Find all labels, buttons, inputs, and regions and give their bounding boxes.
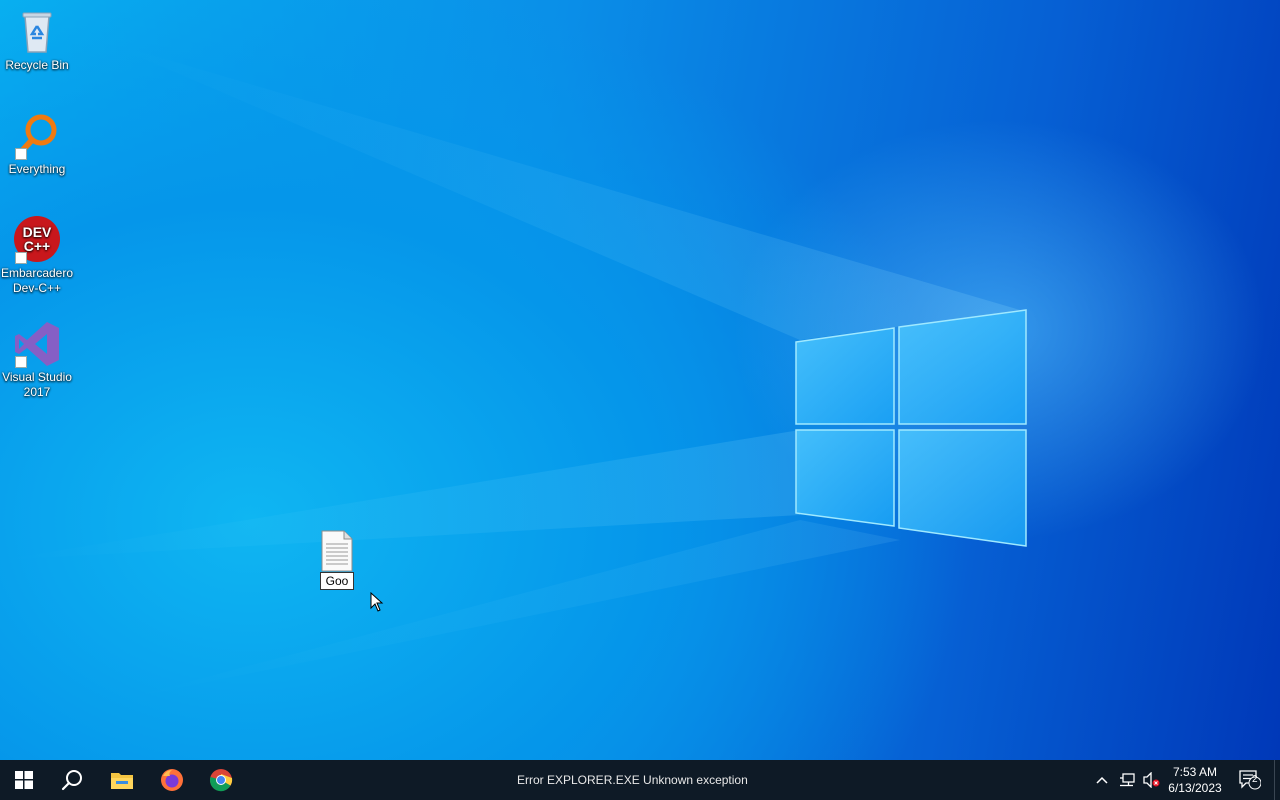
visual-studio-icon bbox=[13, 320, 61, 368]
desktop-icon-devcpp[interactable]: DEV C++ Embarcadero Dev-C++ bbox=[0, 216, 74, 296]
devcpp-icon: DEV C++ bbox=[13, 216, 61, 264]
explorer-error-message: Error EXPLORER.EXE Unknown exception bbox=[517, 773, 748, 787]
desktop-icon-visual-studio[interactable]: Visual Studio 2017 bbox=[0, 320, 74, 400]
everything-search-icon bbox=[13, 112, 61, 160]
desktop-icon-recycle-bin[interactable]: Recycle Bin bbox=[0, 8, 74, 73]
windows-start-icon bbox=[15, 771, 33, 789]
show-hidden-icons-button[interactable] bbox=[1092, 760, 1112, 800]
clock-time: 7:53 AM bbox=[1172, 765, 1218, 779]
chevron-up-icon bbox=[1096, 776, 1108, 784]
svg-text:C++: C++ bbox=[24, 238, 50, 254]
clock-date: 6/13/2023 bbox=[1168, 781, 1222, 795]
desktop-icon-label: Everything bbox=[8, 162, 66, 176]
shortcut-arrow-icon bbox=[15, 252, 27, 264]
desktop-icon-label: Visual Studio 2017 bbox=[2, 370, 72, 399]
taskbar-file-explorer[interactable] bbox=[98, 760, 146, 800]
text-document-icon bbox=[320, 530, 354, 572]
taskbar-firefox[interactable] bbox=[148, 760, 196, 800]
desktop-icon-everything[interactable]: Everything bbox=[0, 112, 74, 177]
firefox-icon bbox=[161, 769, 183, 791]
notification-count-badge: 2 bbox=[1252, 774, 1258, 785]
start-button[interactable] bbox=[0, 760, 48, 800]
network-status-button[interactable] bbox=[1116, 760, 1138, 800]
desktop-icon-label: Embarcadero Dev-C++ bbox=[0, 266, 74, 295]
taskbar: Error EXPLORER.EXE Unknown exception 7:5… bbox=[0, 760, 1280, 800]
search-icon bbox=[61, 770, 82, 791]
system-clock[interactable]: 7:53 AM 6/13/2023 bbox=[1160, 764, 1230, 796]
show-desktop-button[interactable] bbox=[1274, 760, 1280, 800]
shortcut-arrow-icon bbox=[15, 356, 27, 368]
network-icon bbox=[1120, 773, 1135, 787]
wallpaper-light-beams bbox=[0, 40, 1027, 700]
search-button[interactable] bbox=[48, 760, 96, 800]
desktop[interactable]: Recycle Bin Everything DEV C++ Embarcade… bbox=[0, 0, 1280, 760]
file-explorer-icon bbox=[111, 773, 133, 789]
desktop-icon-label: Recycle Bin bbox=[5, 58, 69, 72]
shortcut-arrow-icon bbox=[15, 148, 27, 160]
volume-button[interactable] bbox=[1140, 760, 1162, 800]
mouse-cursor-icon bbox=[370, 592, 384, 612]
desktop-icon-new-file[interactable]: Goo bbox=[318, 530, 356, 590]
chrome-icon bbox=[209, 769, 233, 792]
recycle-bin-icon bbox=[13, 8, 61, 56]
volume-muted-icon bbox=[1143, 772, 1160, 788]
action-center-button[interactable]: 2 bbox=[1234, 760, 1266, 800]
windows-logo-wallpaper bbox=[795, 309, 1027, 547]
taskbar-chrome[interactable] bbox=[197, 760, 245, 800]
rename-input[interactable]: Goo bbox=[319, 572, 355, 590]
